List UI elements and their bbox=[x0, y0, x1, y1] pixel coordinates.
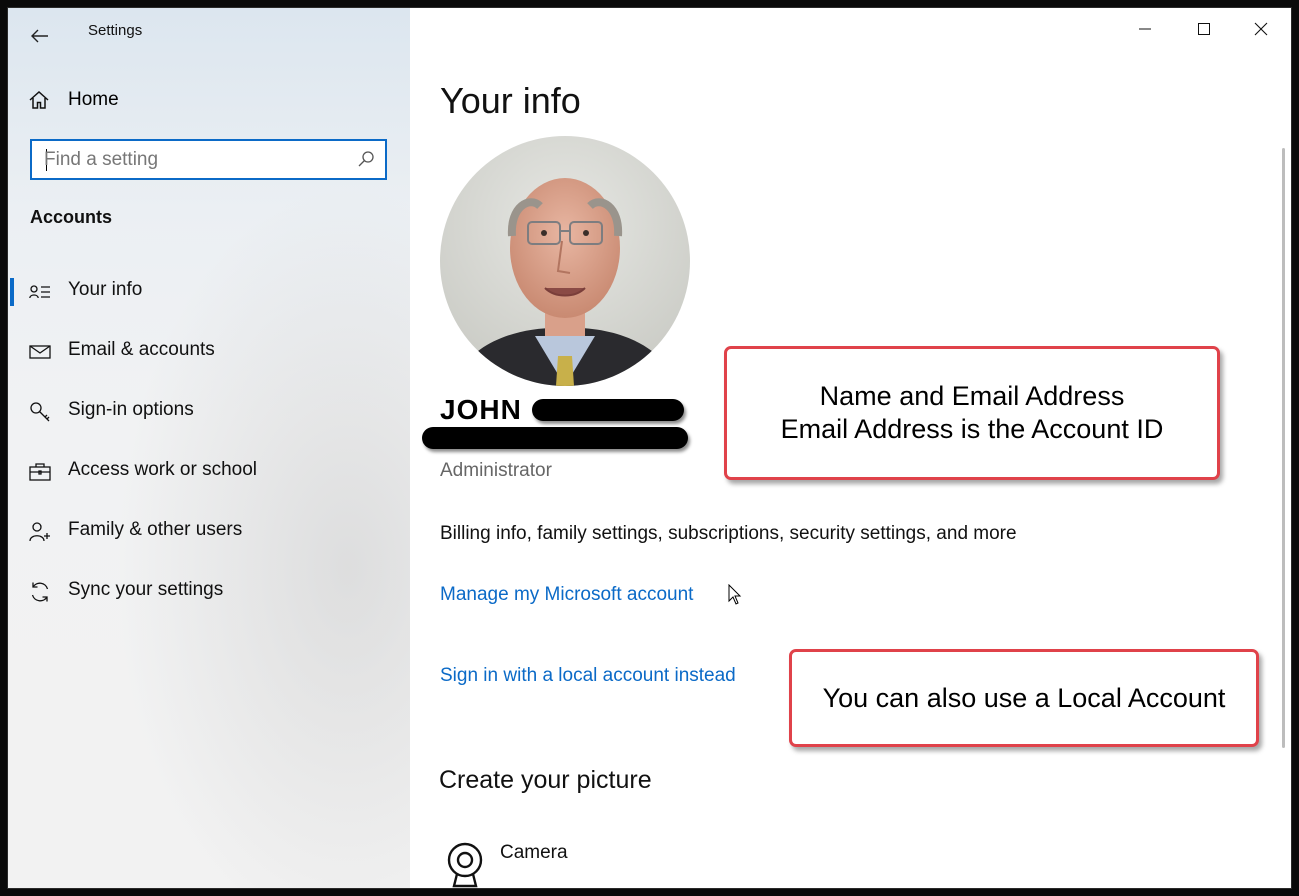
back-arrow-icon bbox=[31, 29, 48, 43]
camera-icon bbox=[447, 842, 483, 888]
minimize-button[interactable] bbox=[1122, 8, 1168, 50]
billing-description: Billing info, family settings, subscript… bbox=[440, 523, 1017, 544]
sync-icon bbox=[28, 580, 52, 604]
back-button[interactable] bbox=[22, 18, 58, 54]
close-button[interactable] bbox=[1238, 8, 1284, 50]
sign-in-local-account-link[interactable]: Sign in with a local account instead bbox=[440, 665, 736, 687]
main-content: Your info JOHN Administrator Billing inf… bbox=[410, 8, 1291, 888]
close-icon bbox=[1254, 22, 1268, 36]
callout-line: Email Address is the Account ID bbox=[780, 414, 1164, 444]
redaction-bar-email bbox=[422, 427, 688, 449]
user-name: JOHN bbox=[440, 394, 522, 425]
create-picture-heading: Create your picture bbox=[439, 766, 652, 794]
maximize-button[interactable] bbox=[1181, 8, 1227, 50]
page-title: Your info bbox=[440, 80, 581, 121]
search-box[interactable] bbox=[30, 139, 387, 180]
profile-picture bbox=[440, 136, 690, 386]
sidebar-item-label: Family & other users bbox=[68, 519, 243, 540]
account-id-callout: Name and Email Address Email Address is … bbox=[724, 346, 1220, 480]
section-title: Accounts bbox=[30, 207, 113, 227]
search-input[interactable] bbox=[44, 141, 344, 178]
sidebar-item-your-info[interactable]: Your info bbox=[8, 266, 410, 318]
camera-label: Camera bbox=[500, 842, 568, 863]
minimize-icon bbox=[1139, 28, 1151, 30]
maximize-icon bbox=[1198, 23, 1210, 35]
search-icon[interactable] bbox=[357, 150, 375, 168]
local-account-callout: You can also use a Local Account bbox=[789, 649, 1259, 747]
sidebar-item-sign-in-options[interactable]: Sign-in options bbox=[8, 386, 410, 438]
home-icon bbox=[29, 90, 49, 109]
settings-window: Settings Home Accounts bbox=[8, 8, 1291, 888]
sidebar-item-sync-settings[interactable]: Sync your settings bbox=[8, 566, 410, 618]
sidebar: Settings Home Accounts bbox=[8, 8, 410, 888]
mouse-cursor-icon bbox=[728, 584, 742, 605]
sidebar-item-label: Your info bbox=[68, 279, 143, 300]
scrollbar[interactable] bbox=[1282, 148, 1285, 748]
account-role: Administrator bbox=[440, 460, 552, 481]
callout-line: You can also use a Local Account bbox=[822, 682, 1226, 713]
sidebar-item-label: Sync your settings bbox=[68, 579, 224, 600]
person-list-icon bbox=[28, 280, 52, 304]
app-title: Settings bbox=[88, 22, 143, 39]
home-nav-item[interactable]: Home bbox=[28, 84, 119, 116]
camera-option[interactable]: Camera bbox=[440, 838, 740, 888]
person-add-icon bbox=[28, 520, 52, 544]
home-label: Home bbox=[68, 89, 119, 110]
callout-line: Name and Email Address bbox=[819, 381, 1125, 411]
mail-icon bbox=[28, 340, 52, 364]
manage-microsoft-account-link[interactable]: Manage my Microsoft account bbox=[440, 584, 693, 606]
redaction-bar-name bbox=[532, 399, 684, 421]
sidebar-item-access-work-school[interactable]: Access work or school bbox=[8, 446, 410, 498]
key-icon bbox=[28, 400, 52, 424]
sidebar-item-email-accounts[interactable]: Email & accounts bbox=[8, 326, 410, 378]
sidebar-item-label: Sign-in options bbox=[68, 399, 194, 420]
sidebar-item-label: Email & accounts bbox=[68, 339, 215, 360]
sidebar-item-label: Access work or school bbox=[68, 459, 258, 480]
briefcase-icon bbox=[28, 460, 52, 484]
sidebar-item-family-other-users[interactable]: Family & other users bbox=[8, 506, 410, 558]
